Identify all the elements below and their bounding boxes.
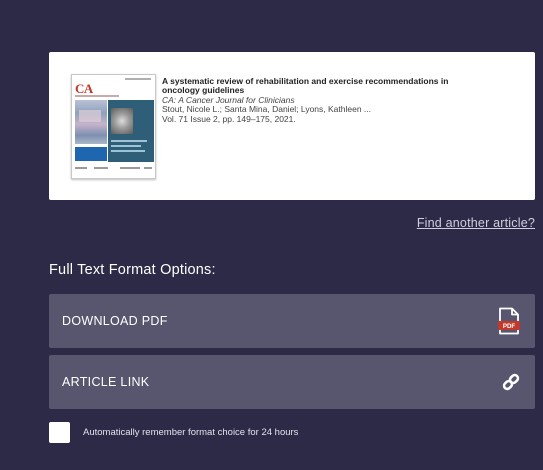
journal-cover-image: CA [71, 74, 156, 179]
pdf-file-icon: PDF [497, 307, 521, 335]
article-link-label: ARTICLE LINK [62, 375, 150, 389]
remember-choice-label: Automatically remember format choice for… [83, 427, 299, 438]
article-title: A systematic review of rehabilitation an… [162, 76, 449, 96]
article-metadata: A systematic review of rehabilitation an… [162, 76, 452, 200]
chain-link-icon [501, 372, 521, 392]
download-pdf-label: DOWNLOAD PDF [62, 314, 168, 328]
article-citation: Vol. 71 Issue 2, pp. 149–175, 2021. [162, 113, 296, 124]
svg-text:PDF: PDF [503, 323, 516, 330]
format-options-page: CA A systematic review of rehabilitation… [0, 0, 543, 470]
article-link-button[interactable]: ARTICLE LINK [49, 355, 535, 409]
article-card: CA A systematic review of rehabilitation… [49, 52, 535, 200]
remember-choice-checkbox[interactable] [49, 422, 70, 443]
remember-choice-row: Automatically remember format choice for… [49, 422, 298, 443]
download-pdf-button[interactable]: DOWNLOAD PDF PDF [49, 294, 535, 348]
section-heading: Full Text Format Options: [49, 262, 216, 278]
find-another-article-link[interactable]: Find another article? [417, 216, 535, 230]
